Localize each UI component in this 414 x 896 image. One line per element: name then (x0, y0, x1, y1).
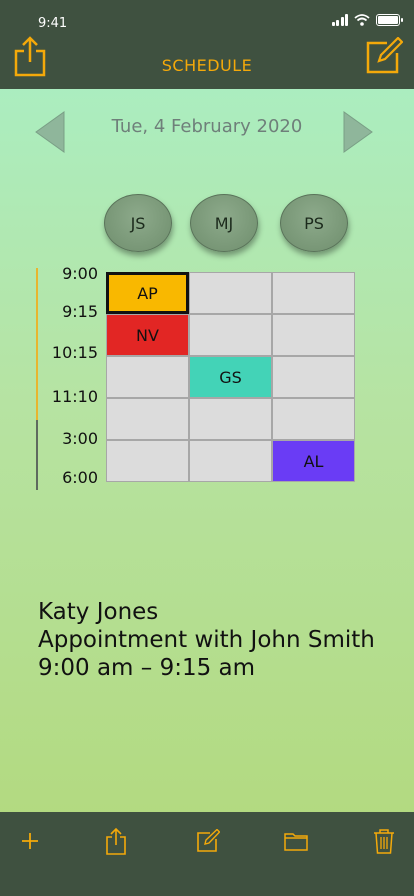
compose-button[interactable] (364, 34, 404, 78)
page-title: SCHEDULE (161, 56, 253, 75)
compose-icon (197, 829, 220, 852)
status-icons (331, 14, 403, 26)
share-toolbar-button[interactable] (96, 824, 136, 858)
header-bar: 9:41 SCHEDULE (0, 0, 414, 89)
schedule-cell[interactable]: AP (106, 272, 189, 314)
wifi-icon (354, 14, 370, 26)
schedule-cell[interactable] (189, 398, 272, 440)
person-mj-button[interactable]: MJ (190, 194, 258, 252)
add-button[interactable] (10, 824, 50, 858)
compose-toolbar-button[interactable] (188, 824, 228, 858)
bottom-toolbar (0, 812, 414, 896)
compose-icon (366, 37, 403, 74)
plus-icon (22, 833, 38, 849)
signal-icon (331, 14, 348, 26)
schedule-cell[interactable] (272, 398, 355, 440)
appointment-time: 9:00 am – 9:15 am (38, 655, 256, 681)
status-time: 9:41 (38, 16, 68, 31)
appointment-title: Appointment with John Smith (38, 627, 375, 653)
schedule-cell[interactable] (189, 440, 272, 482)
time-label: 9:15 (62, 302, 98, 321)
schedule-cell[interactable] (106, 356, 189, 398)
share-icon (106, 827, 126, 855)
time-label: 10:15 (51, 343, 98, 362)
next-day-button[interactable] (340, 110, 374, 154)
appointment-details: Katy Jones Appointment with John Smith 9… (38, 598, 375, 682)
schedule-cell[interactable] (106, 440, 189, 482)
time-label: 3:00 (62, 429, 98, 448)
schedule-cell[interactable] (272, 356, 355, 398)
folder-button[interactable] (276, 824, 316, 858)
client-name: Katy Jones (38, 599, 159, 625)
time-label: 9:00 (62, 264, 98, 283)
schedule-cell[interactable] (189, 272, 272, 314)
person-ps-button[interactable]: PS (280, 194, 348, 252)
time-label: 11:10 (51, 387, 98, 406)
schedule-cell[interactable]: AL (272, 440, 355, 482)
schedule-cell[interactable] (272, 272, 355, 314)
delete-button[interactable] (364, 824, 404, 858)
battery-icon (376, 14, 403, 26)
schedule-cell[interactable] (272, 314, 355, 356)
time-label: 6:00 (62, 468, 98, 487)
trash-icon (374, 829, 394, 854)
folder-icon (284, 833, 308, 851)
schedule-cell[interactable]: NV (106, 314, 189, 356)
schedule-cell[interactable]: GS (189, 356, 272, 398)
person-js-button[interactable]: JS (104, 194, 172, 252)
schedule-cell[interactable] (106, 398, 189, 440)
schedule-cell[interactable] (189, 314, 272, 356)
